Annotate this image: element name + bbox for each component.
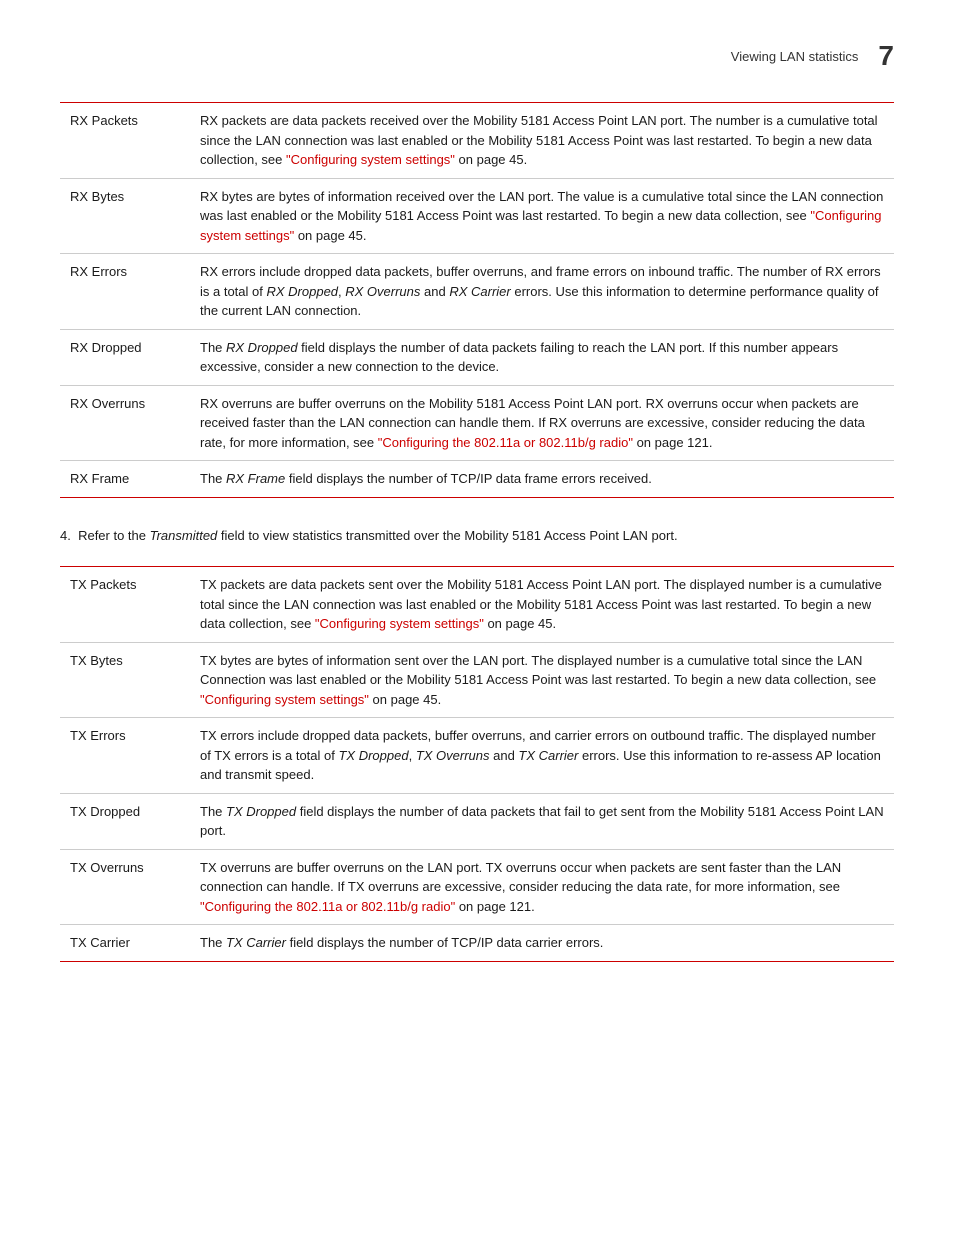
step-4-paragraph: 4. Refer to the Transmitted field to vie…	[60, 526, 894, 547]
desc-text: on page 121.	[633, 435, 713, 450]
desc-text: field displays the number of TCP/IP data…	[286, 935, 603, 950]
desc-text: on page 45.	[294, 228, 366, 243]
step-number: 4.	[60, 528, 71, 543]
desc-text: The	[200, 804, 226, 819]
rx-table: RX PacketsRX packets are data packets re…	[60, 102, 894, 498]
desc-text: field displays the number of TCP/IP data…	[285, 471, 652, 486]
row-description: TX errors include dropped data packets, …	[190, 718, 894, 794]
desc-text: and	[490, 748, 519, 763]
table-row: RX ErrorsRX errors include dropped data …	[60, 254, 894, 330]
step-text: Refer to the Transmitted field to view s…	[78, 528, 677, 543]
table-row: TX CarrierThe TX Carrier field displays …	[60, 925, 894, 962]
row-label: TX Bytes	[60, 642, 190, 718]
row-description: The RX Dropped field displays the number…	[190, 329, 894, 385]
desc-text: The	[200, 340, 226, 355]
table-row: RX FrameThe RX Frame field displays the …	[60, 461, 894, 498]
row-label: RX Errors	[60, 254, 190, 330]
table-row: TX DroppedThe TX Dropped field displays …	[60, 793, 894, 849]
row-label: RX Packets	[60, 103, 190, 179]
desc-text: on page 45.	[484, 616, 556, 631]
row-label: TX Overruns	[60, 849, 190, 925]
link[interactable]: "Configuring system settings"	[315, 616, 484, 631]
row-label: TX Packets	[60, 567, 190, 643]
table-row: TX PacketsTX packets are data packets se…	[60, 567, 894, 643]
rx-table-section: RX PacketsRX packets are data packets re…	[60, 102, 894, 498]
desc-text: on page 121.	[455, 899, 535, 914]
row-description: The TX Carrier field displays the number…	[190, 925, 894, 962]
desc-text: TX overruns are buffer overruns on the L…	[200, 860, 841, 895]
tx-table-section: TX PacketsTX packets are data packets se…	[60, 566, 894, 962]
step-italic: Transmitted	[150, 528, 218, 543]
row-label: RX Frame	[60, 461, 190, 498]
row-description: The RX Frame field displays the number o…	[190, 461, 894, 498]
desc-text: The	[200, 935, 226, 950]
row-label: TX Dropped	[60, 793, 190, 849]
desc-text: on page 45.	[369, 692, 441, 707]
table-row: TX ErrorsTX errors include dropped data …	[60, 718, 894, 794]
table-row: RX Bytes RX bytes are bytes of informatio…	[60, 178, 894, 254]
row-description: RX packets are data packets received ove…	[190, 103, 894, 179]
tx-table: TX PacketsTX packets are data packets se…	[60, 566, 894, 962]
row-description: RX errors include dropped data packets, …	[190, 254, 894, 330]
link[interactable]: "Configuring system settings"	[200, 692, 369, 707]
italic-text: RX Frame	[226, 471, 285, 486]
table-row: TX Bytes TX bytes are bytes of informatio…	[60, 642, 894, 718]
link[interactable]: "Configuring system settings"	[286, 152, 455, 167]
italic-text: TX Overruns	[416, 748, 490, 763]
row-description: RX overruns are buffer overruns on the M…	[190, 385, 894, 461]
link[interactable]: "Configuring the 802.11a or 802.11b/g ra…	[200, 899, 455, 914]
row-description: RX bytes are bytes of information receiv…	[190, 178, 894, 254]
row-label: RX Overruns	[60, 385, 190, 461]
row-description: TX overruns are buffer overruns on the L…	[190, 849, 894, 925]
italic-text: TX Carrier	[518, 748, 578, 763]
header-title: Viewing LAN statistics	[731, 49, 859, 64]
table-row: RX PacketsRX packets are data packets re…	[60, 103, 894, 179]
italic-text: RX Carrier	[449, 284, 510, 299]
italic-text: RX Dropped	[266, 284, 338, 299]
row-label: TX Errors	[60, 718, 190, 794]
row-description: TX packets are data packets sent over th…	[190, 567, 894, 643]
row-label: TX Carrier	[60, 925, 190, 962]
header-page-number: 7	[878, 40, 894, 72]
italic-text: RX Overruns	[345, 284, 420, 299]
page-container: Viewing LAN statistics 7 RX PacketsRX pa…	[0, 0, 954, 1235]
table-row: RX OverrunsRX overruns are buffer overru…	[60, 385, 894, 461]
italic-text: TX Carrier	[226, 935, 286, 950]
desc-text: TX bytes are bytes of information sent o…	[200, 653, 876, 688]
italic-text: TX Dropped	[226, 804, 296, 819]
desc-text: The	[200, 471, 226, 486]
page-header: Viewing LAN statistics 7	[60, 40, 894, 72]
row-label: RX Bytes	[60, 178, 190, 254]
desc-text: field displays the number of data packet…	[200, 804, 884, 839]
table-row: RX DroppedThe RX Dropped field displays …	[60, 329, 894, 385]
italic-text: RX Dropped	[226, 340, 298, 355]
row-label: RX Dropped	[60, 329, 190, 385]
link[interactable]: "Configuring the 802.11a or 802.11b/g ra…	[378, 435, 633, 450]
table-row: TX Overruns TX overruns are buffer overru…	[60, 849, 894, 925]
desc-text: and	[420, 284, 449, 299]
italic-text: TX Dropped	[338, 748, 408, 763]
desc-text: ,	[409, 748, 416, 763]
row-description: TX bytes are bytes of information sent o…	[190, 642, 894, 718]
desc-text: on page 45.	[455, 152, 527, 167]
row-description: The TX Dropped field displays the number…	[190, 793, 894, 849]
desc-text: RX bytes are bytes of information receiv…	[200, 189, 883, 224]
